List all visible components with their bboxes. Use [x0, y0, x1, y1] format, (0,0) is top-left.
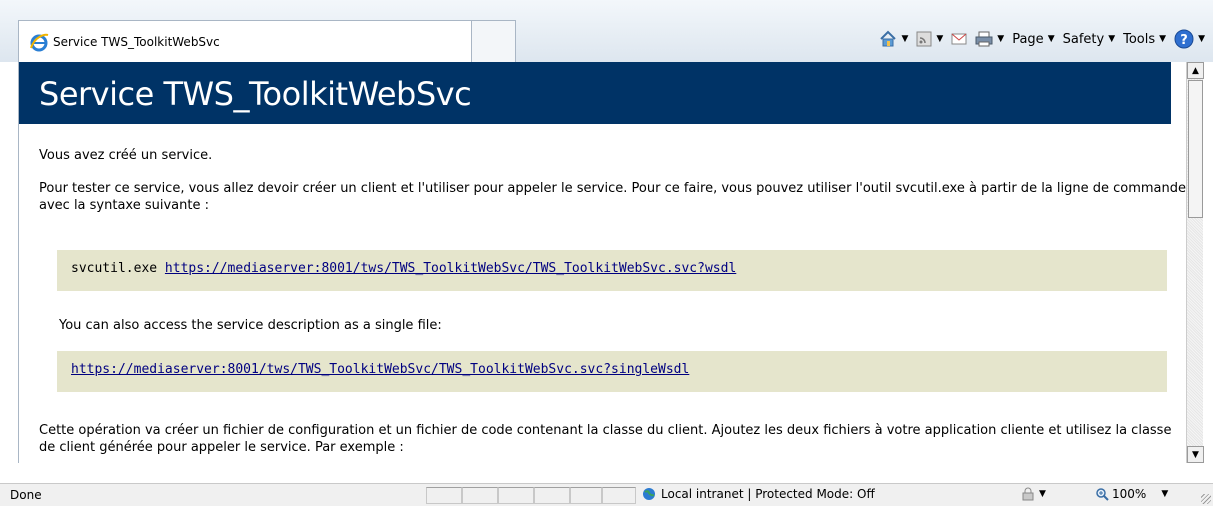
print-button[interactable]: ▼: [975, 31, 1004, 47]
globe-icon: [643, 488, 655, 500]
svg-text:?: ?: [1180, 33, 1188, 48]
page-menu-label: Page: [1012, 31, 1044, 47]
page-title: Service TWS_ToolkitWebSvc: [39, 75, 472, 113]
status-pane: [570, 487, 602, 504]
single-file-text: You can also access the service descript…: [59, 318, 442, 333]
mail-icon: [951, 33, 967, 45]
instructions-text: Pour tester ce service, vous allez devoi…: [39, 181, 1186, 213]
page-content: Service TWS_ToolkitWebSvc Vous avez créé…: [18, 62, 1186, 463]
page-menu[interactable]: Page ▼: [1012, 32, 1054, 47]
config-text: Cette opération va créer un fichier de c…: [39, 423, 1172, 455]
status-pane: [534, 487, 570, 504]
feeds-icon: [916, 31, 932, 47]
safety-menu-label: Safety: [1062, 31, 1105, 47]
security-zone[interactable]: Local intranet | Protected Mode: Off: [642, 487, 875, 501]
home-dropdown-icon[interactable]: ▼: [901, 34, 908, 44]
header-banner: Service TWS_ToolkitWebSvc: [19, 62, 1171, 124]
command-bar: ▼ ▼ ▼ Page ▼ Safety ▼ Tools ▼ ? ▼: [879, 24, 1205, 54]
status-pane: [426, 487, 462, 504]
browser-toolbar: Service TWS_ToolkitWebSvc ▼ ▼ ▼ Page ▼ S…: [0, 0, 1213, 62]
browser-tab[interactable]: Service TWS_ToolkitWebSvc: [18, 20, 516, 62]
chevron-down-icon: ▼: [1108, 34, 1116, 44]
ie-logo-icon: [30, 33, 49, 51]
wsdl-link[interactable]: https://mediaserver:8001/tws/TWS_Toolkit…: [165, 261, 736, 276]
print-icon: [975, 31, 993, 47]
arrow-down-icon: ▼: [1192, 449, 1199, 460]
zoom-level: 100%: [1112, 487, 1147, 501]
created-text: Vous avez créé un service.: [39, 148, 213, 163]
tools-menu[interactable]: Tools ▼: [1123, 32, 1166, 47]
chevron-down-icon: ▼: [1161, 489, 1169, 499]
magnifier-icon: [1096, 488, 1109, 501]
scroll-down-button[interactable]: ▼: [1187, 446, 1204, 463]
scroll-thumb[interactable]: [1188, 80, 1203, 218]
svcutil-command: svcutil.exe: [71, 261, 165, 276]
home-icon: [880, 30, 897, 47]
help-button[interactable]: ? ▼: [1174, 29, 1205, 49]
status-pane: [462, 487, 498, 504]
tab-title: Service TWS_ToolkitWebSvc: [53, 34, 220, 49]
status-pane: [602, 487, 636, 504]
safety-menu[interactable]: Safety ▼: [1063, 32, 1116, 47]
scroll-up-button[interactable]: ▲: [1187, 62, 1204, 79]
protected-mode-button[interactable]: ▼: [1020, 487, 1046, 501]
status-bar: Done Local intranet | Protected Mode: Of…: [0, 483, 1213, 506]
help-dropdown-icon[interactable]: ▼: [1198, 34, 1205, 44]
home-button[interactable]: ▼: [879, 30, 908, 48]
status-text: Done: [10, 488, 42, 502]
single-wsdl-link[interactable]: https://mediaserver:8001/tws/TWS_Toolkit…: [71, 362, 689, 377]
zone-text: Local intranet | Protected Mode: Off: [661, 487, 875, 501]
help-icon: ?: [1174, 29, 1194, 49]
new-tab-button[interactable]: [471, 21, 515, 62]
chevron-down-icon: ▼: [1159, 34, 1167, 44]
status-pane: [498, 487, 534, 504]
svcutil-command-block: svcutil.exe https://mediaserver:8001/tws…: [57, 250, 1167, 291]
chevron-down-icon: ▼: [1047, 34, 1055, 44]
feeds-button[interactable]: ▼: [916, 31, 943, 47]
single-wsdl-block: https://mediaserver:8001/tws/TWS_Toolkit…: [57, 351, 1167, 392]
vertical-scrollbar[interactable]: ▲ ▼: [1186, 62, 1204, 463]
feeds-dropdown-icon[interactable]: ▼: [936, 34, 943, 44]
print-dropdown-icon[interactable]: ▼: [997, 34, 1004, 44]
lock-icon: [1022, 487, 1034, 501]
tools-menu-label: Tools: [1123, 31, 1156, 47]
zoom-control[interactable]: 100% ▼: [1095, 487, 1168, 501]
arrow-up-icon: ▲: [1192, 65, 1199, 76]
resize-grip[interactable]: [1201, 494, 1211, 504]
mail-button[interactable]: [951, 32, 967, 46]
chevron-down-icon: ▼: [1039, 489, 1046, 499]
